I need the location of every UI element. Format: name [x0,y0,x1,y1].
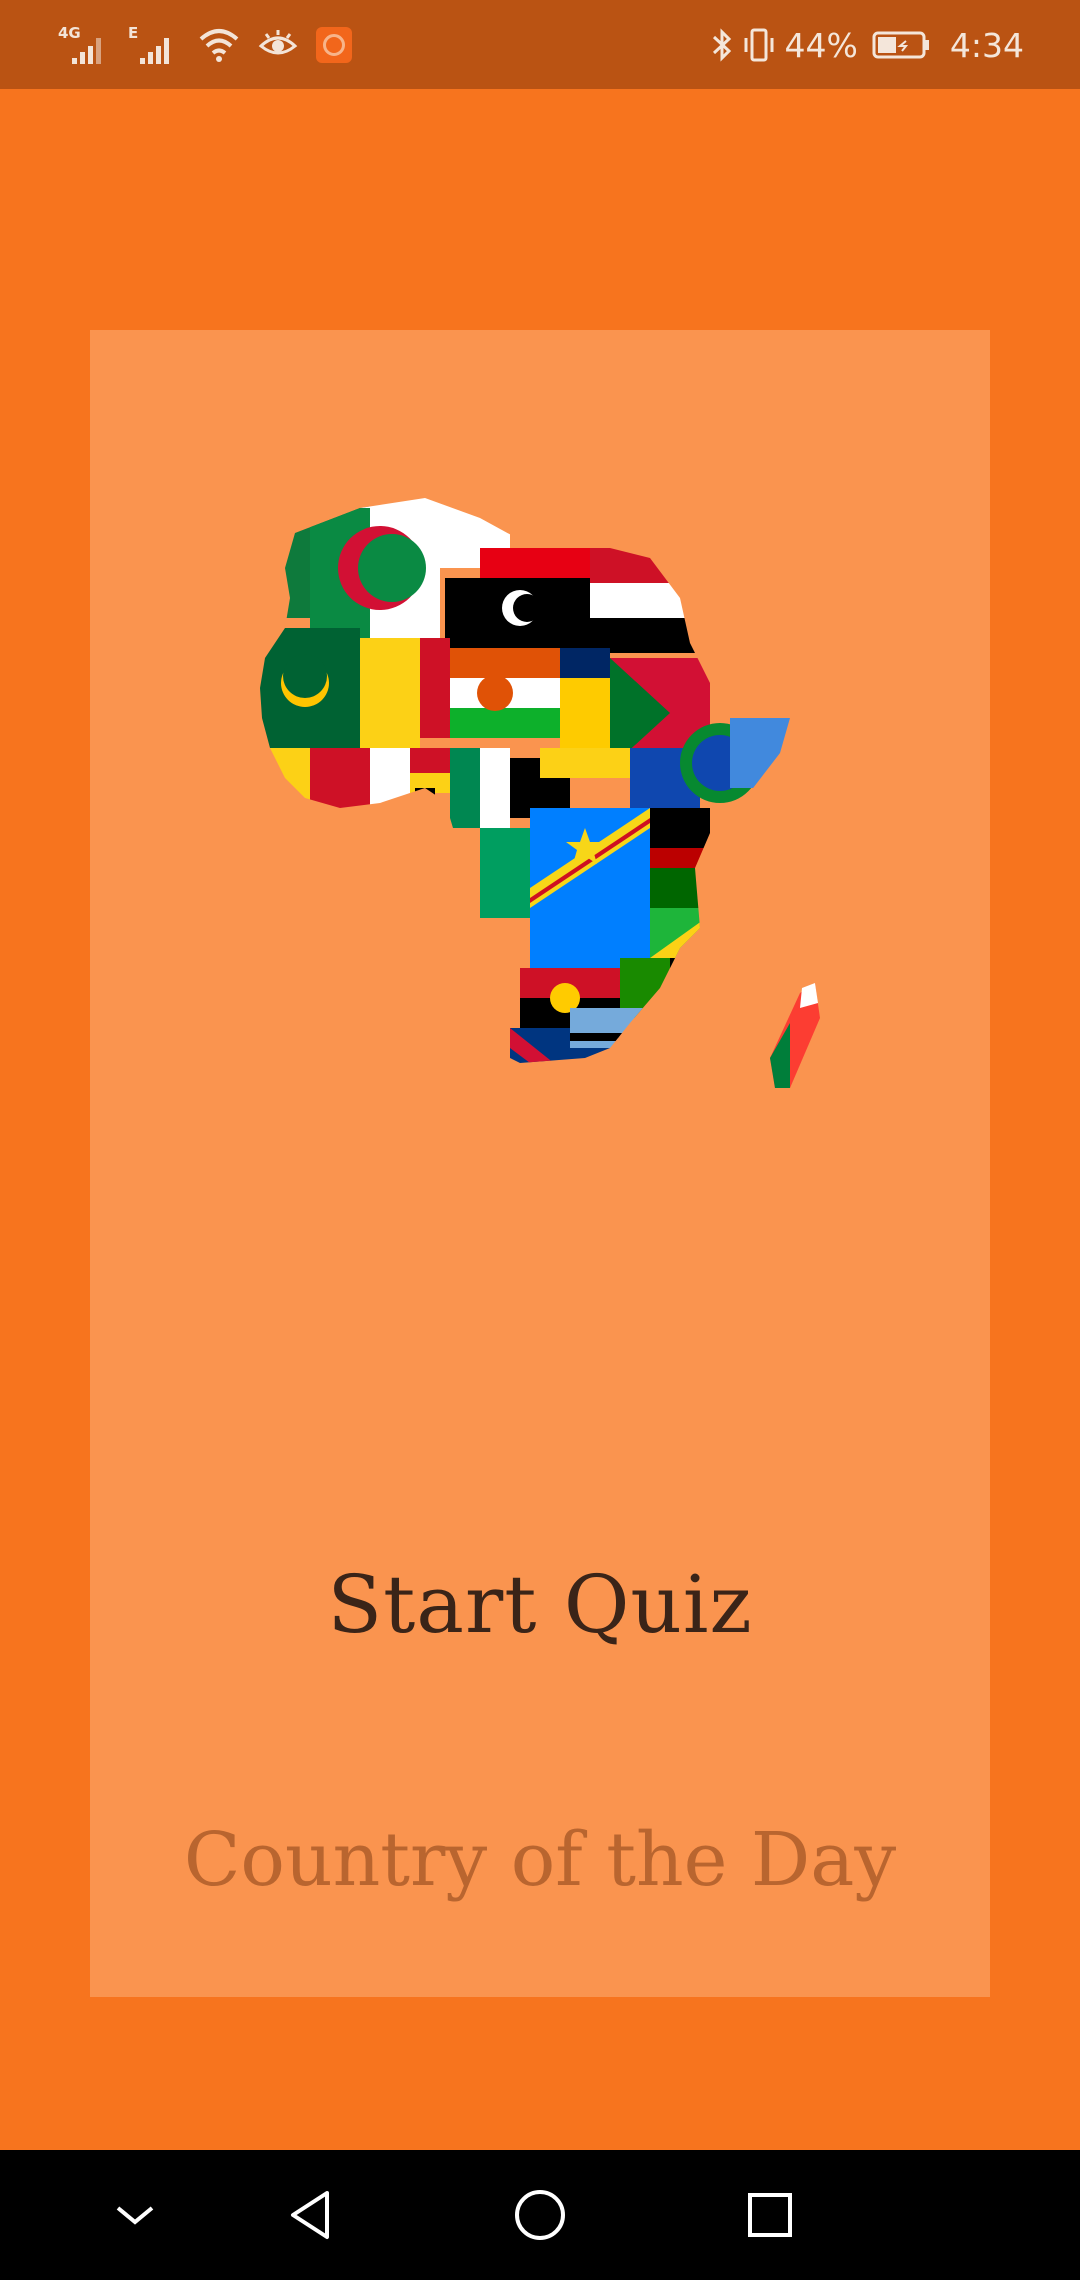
status-left-icons: 4G E [58,22,352,68]
chevron-down-icon [116,2206,154,2225]
status-bar: 4G E 44% 4:34 [0,0,1080,89]
recents-icon [748,2193,792,2237]
africa-flag-map [260,498,820,1088]
app-notification-icon [316,27,352,63]
navigation-bar [0,2150,1080,2280]
battery-icon [872,31,929,59]
eye-icon [258,30,298,55]
signal-4g-icon: 4G [58,22,110,68]
nav-recents-button[interactable] [735,2180,805,2250]
country-of-the-day-button[interactable]: Country of the Day [90,1817,990,1903]
wifi-icon [199,29,239,62]
menu-card: Start Quiz Country of the Day [90,330,990,1997]
nav-back-button[interactable] [275,2180,345,2250]
battery-percent: 44% [784,25,858,65]
back-icon [291,2191,329,2239]
signal-e-icon: E [128,22,180,68]
start-quiz-button[interactable]: Start Quiz [90,1558,990,1651]
vibrate-icon [744,28,774,62]
app-background: Start Quiz Country of the Day [0,89,1080,2150]
clock: 4:34 [949,25,1024,65]
status-right-icons: 44% 4:34 [711,22,1024,68]
nav-home-button[interactable] [505,2180,575,2250]
home-icon [515,2190,565,2240]
nav-chevron-down-button[interactable] [100,2180,170,2250]
bluetooth-icon [712,28,731,62]
